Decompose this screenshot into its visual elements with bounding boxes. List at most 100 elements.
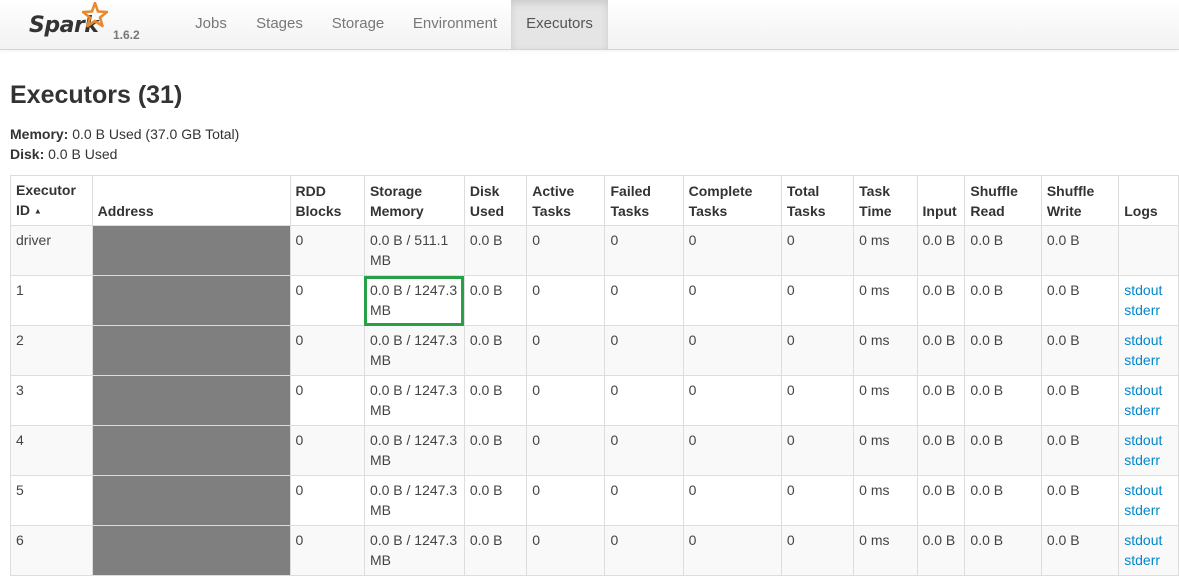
header-logs-label: Logs (1124, 203, 1158, 220)
header-logs[interactable]: Logs (1118, 174, 1179, 227)
cell-failed-tasks: 0 (604, 375, 684, 427)
header-failed-tasks[interactable]: Failed Tasks (604, 174, 684, 227)
header-task-time[interactable]: Task Time (853, 174, 918, 227)
cell-logs: stdout stderr (1118, 475, 1179, 527)
stdout-link[interactable]: stdout (1124, 482, 1162, 498)
table-row: driver 0 0.0 B / 511.1 MB 0.0 B00000 ms 0.0 … (10, 225, 1179, 277)
cell-input: 0.0 B (916, 325, 966, 377)
header-executor-id[interactable]: Executor ID ▲ (10, 174, 93, 227)
disk-summary: Disk: 0.0 B Used (10, 146, 117, 162)
cell-input: 0.0 B (916, 375, 966, 427)
header-address[interactable]: Address (91, 174, 291, 227)
cell-executor-id: 2 (10, 325, 93, 377)
header-input[interactable]: Input (916, 174, 966, 227)
cell-complete-tasks: 0 (682, 325, 782, 377)
cell-total-tasks: 0 (780, 375, 855, 427)
cell-address-redacted (91, 475, 291, 527)
cell-shuffle-write: 0.0 B (1040, 225, 1120, 277)
table-row: 1 0 0.0 B / 1247.3 MB 0.0 B00000 ms 0.0 B 0.0… (10, 275, 1179, 327)
cell-storage-memory: 0.0 B / 1247.3 MB (363, 325, 465, 377)
cell-complete-tasks: 0 (682, 425, 782, 477)
stdout-link[interactable]: stdout (1124, 282, 1162, 298)
cell-active-tasks: 0 (526, 325, 606, 377)
spark-star-icon (82, 2, 108, 28)
cell-address-redacted (91, 325, 291, 377)
cell-rdd-blocks: 0 (289, 475, 365, 527)
cell-task-time: 0 ms (853, 525, 918, 576)
header-failed-line1: Failed (610, 183, 651, 200)
cell-address-redacted (91, 275, 291, 327)
stdout-link[interactable]: stdout (1124, 432, 1162, 448)
cell-storage-memory: 0.0 B / 1247.3 MB (363, 375, 465, 427)
header-rdd-line1: RDD (295, 183, 326, 200)
tab-jobs[interactable]: Jobs (180, 0, 242, 49)
cell-executor-id: 1 (10, 275, 93, 327)
cell-disk-used: 0.0 B (463, 475, 528, 527)
cell-task-time: 0 ms (853, 475, 918, 527)
cell-shuffle-write: 0.0 B (1040, 275, 1120, 327)
cell-rdd-blocks: 0 (289, 425, 365, 477)
cell-shuffle-read: 0.0 B (964, 375, 1042, 427)
cell-shuffle-read: 0.0 B (964, 275, 1042, 327)
spark-logo[interactable]: Spark 1.6.2 (28, 2, 148, 46)
top-navbar: Spark 1.6.2 Jobs Stages Storage Environm… (0, 0, 1179, 50)
executors-table: Executor ID ▲ Address RDD Blocks Storage Me… (10, 174, 1179, 576)
cell-address-redacted (91, 225, 291, 277)
cell-input: 0.0 B (916, 225, 966, 277)
stderr-link[interactable]: stderr (1124, 552, 1160, 568)
header-rdd-blocks[interactable]: RDD Blocks (289, 174, 365, 227)
stderr-link[interactable]: stderr (1124, 352, 1160, 368)
cell-complete-tasks: 0 (682, 225, 782, 277)
header-active-tasks[interactable]: Active Tasks (526, 174, 606, 227)
header-shuffle-read[interactable]: Shuffle Read (964, 174, 1042, 227)
stderr-link[interactable]: stderr (1124, 302, 1160, 318)
cell-rdd-blocks: 0 (289, 375, 365, 427)
header-complete-line1: Complete (688, 183, 753, 200)
cell-executor-id: 6 (10, 525, 93, 576)
stderr-link[interactable]: stderr (1124, 502, 1160, 518)
stdout-link[interactable]: stdout (1124, 382, 1162, 398)
stdout-link[interactable]: stdout (1124, 332, 1162, 348)
cell-logs: stdout stderr (1118, 375, 1179, 427)
table-header-row: Executor ID ▲ Address RDD Blocks Storage Me… (10, 174, 1179, 227)
cell-task-time: 0 ms (853, 425, 918, 477)
header-shuffle-write[interactable]: Shuffle Write (1040, 174, 1120, 227)
tab-stages[interactable]: Stages (242, 0, 317, 49)
header-tasktime-line1: Task (859, 183, 891, 200)
cell-executor-id: driver (10, 225, 93, 277)
header-total-line1: Total (786, 183, 820, 200)
spark-version: 1.6.2 (113, 28, 140, 42)
stderr-link[interactable]: stderr (1124, 402, 1160, 418)
header-failed-line2: Tasks (610, 203, 650, 220)
header-tasktime-line2: Time (859, 203, 892, 220)
cell-total-tasks: 0 (780, 525, 855, 576)
header-disk-line1: Disk (469, 183, 500, 200)
page-title: Executors (31) (10, 81, 183, 109)
header-storage-memory[interactable]: Storage Memory (363, 174, 465, 227)
cell-shuffle-write: 0.0 B (1040, 475, 1120, 527)
cell-disk-used: 0.0 B (463, 325, 528, 377)
header-total-tasks[interactable]: Total Tasks (780, 174, 855, 227)
header-active-line2: Tasks (532, 203, 571, 220)
header-complete-tasks[interactable]: Complete Tasks (682, 174, 782, 227)
tab-environment[interactable]: Environment (399, 0, 511, 49)
tab-executors[interactable]: Executors (511, 0, 608, 49)
cell-disk-used: 0.0 B (463, 375, 528, 427)
header-shuffle-read-line2: Read (970, 203, 1005, 220)
cell-task-time: 0 ms (853, 225, 918, 277)
table-row: 6 0 0.0 B / 1247.3 MB 0.0 B00000 ms 0.0 B 0.0… (10, 525, 1179, 576)
header-total-line2: Tasks (786, 203, 826, 220)
cell-total-tasks: 0 (780, 425, 855, 477)
memory-label: Memory: (10, 126, 69, 142)
tab-storage[interactable]: Storage (317, 0, 399, 49)
header-shuffle-write-line1: Shuffle (1046, 183, 1095, 200)
header-disk-used[interactable]: Disk Used (463, 174, 528, 227)
cell-rdd-blocks: 0 (289, 275, 365, 327)
stderr-link[interactable]: stderr (1124, 452, 1160, 468)
sort-ascending-icon: ▲ (33, 206, 42, 216)
disk-label: Disk: (10, 146, 45, 162)
cell-task-time: 0 ms (853, 325, 918, 377)
table-row: 5 0 0.0 B / 1247.3 MB 0.0 B00000 ms 0.0 B 0.0… (10, 475, 1179, 527)
cell-rdd-blocks: 0 (289, 525, 365, 576)
cell-failed-tasks: 0 (604, 225, 684, 277)
